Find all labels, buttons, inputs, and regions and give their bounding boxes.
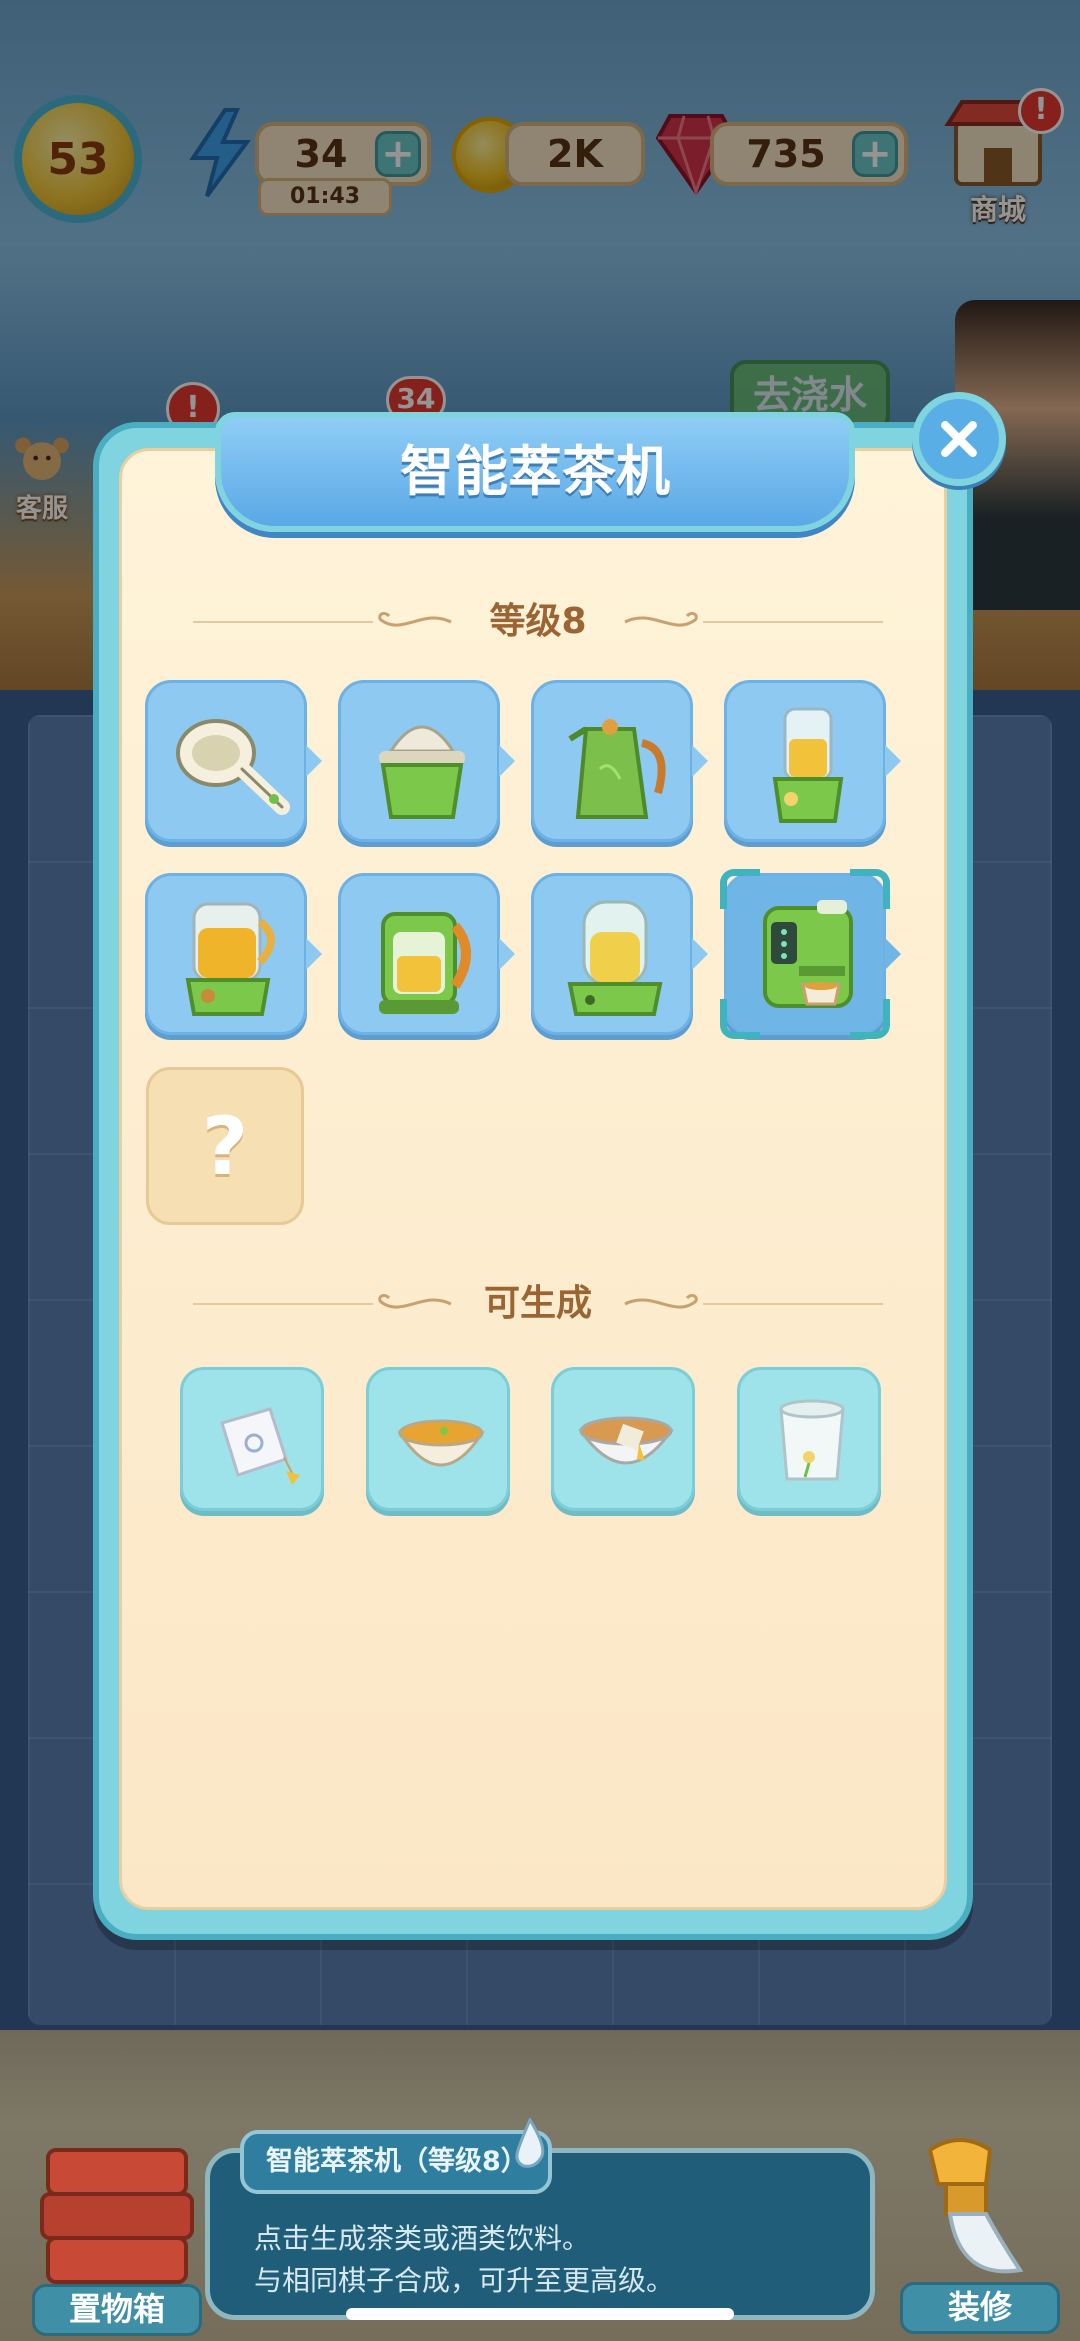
citrus-press-icon (379, 725, 465, 819)
modal-title-banner: 智能萃茶机 (215, 412, 855, 532)
selection-bracket-bl (720, 999, 760, 1039)
product-tile-tea-bowl[interactable] (366, 1367, 510, 1511)
item-tile-tea-kettle[interactable] (531, 680, 708, 842)
question-mark-icon: ? (201, 1099, 249, 1193)
tea-brewer-icon (567, 900, 663, 1016)
decorate-button[interactable]: 装修 (890, 2130, 1070, 2334)
water-drop-icon[interactable] (512, 2118, 548, 2170)
item-tile-citrus-press[interactable] (338, 680, 515, 842)
selection-bracket-tr (850, 869, 890, 909)
storage-box-button[interactable]: 置物箱 (22, 2120, 212, 2336)
item-info-description: 点击生成茶类或酒类饮料。 与相同棋子合成，可升至更高级。 (254, 2218, 854, 2302)
decorate-label: 装修 (900, 2282, 1060, 2334)
selection-bracket-tl (720, 869, 760, 909)
paint-brush-icon (927, 2138, 1024, 2274)
item-tile-small-blender[interactable] (724, 680, 901, 842)
generate-section-header: 可生成 (193, 1274, 883, 1334)
unknown-item-tile: ? (146, 1067, 304, 1225)
level-section-title: 等级8 (489, 601, 587, 642)
tea-bowl-icon (397, 1419, 485, 1467)
home-indicator[interactable] (346, 2308, 734, 2320)
product-tile-flower-cup[interactable] (737, 1367, 881, 1511)
tea-kettle-icon (568, 719, 666, 819)
item-info-title: 智能萃茶机（等级8） (240, 2130, 552, 2194)
flower-cup-icon (779, 1399, 845, 1481)
item-tile-tea-brewer[interactable] (531, 873, 708, 1035)
small-blender-icon (772, 707, 844, 823)
generate-section-title: 可生成 (483, 1283, 592, 1324)
product-tile-tea-bag[interactable] (180, 1367, 324, 1511)
close-icon (941, 421, 977, 457)
tea-bag-bowl-icon (578, 1416, 674, 1465)
item-tile-electric-kettle[interactable] (338, 873, 515, 1035)
tea-bag-icon (220, 1407, 300, 1485)
modal-title: 智能萃茶机 (400, 440, 670, 503)
strainer-icon (176, 719, 290, 815)
item-tile-strainer[interactable] (145, 680, 322, 842)
juicer-icon (185, 902, 275, 1016)
storage-box-icon (40, 2148, 194, 2284)
item-info-line-2: 与相同棋子合成，可升至更高级。 (254, 2264, 675, 2297)
electric-kettle-icon (379, 912, 471, 1014)
level-section-header: 等级8 (193, 592, 883, 652)
storage-box-label: 置物箱 (32, 2284, 202, 2336)
item-tile-juicer[interactable] (145, 873, 322, 1035)
item-info-line-1: 点击生成茶类或酒类饮料。 (254, 2222, 591, 2255)
close-button[interactable] (912, 392, 1006, 486)
selection-bracket-br (850, 999, 890, 1039)
product-tile-tea-bag-bowl[interactable] (551, 1367, 695, 1511)
